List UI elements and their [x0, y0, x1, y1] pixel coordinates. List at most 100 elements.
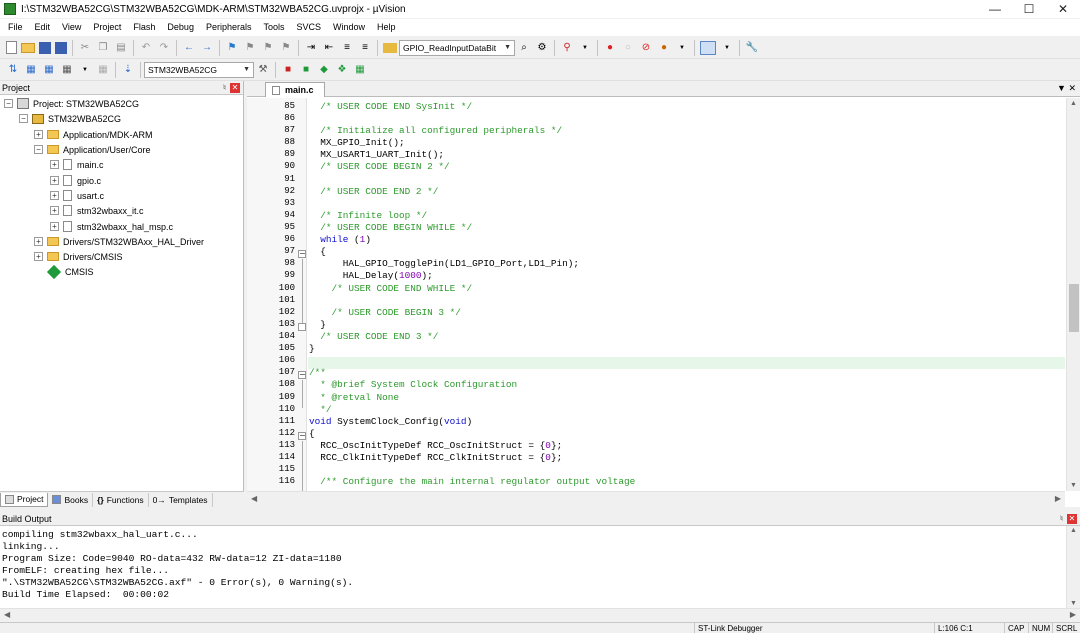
batch-build-icon[interactable]: ▦: [60, 63, 74, 77]
navigate-forward-icon[interactable]: →: [200, 41, 214, 55]
collapse-toggle-icon[interactable]: −: [4, 99, 13, 108]
menu-flash[interactable]: Flash: [127, 19, 161, 36]
expand-toggle-icon[interactable]: +: [50, 222, 59, 231]
scroll-right-icon[interactable]: ▶: [1070, 610, 1076, 619]
unindent-icon[interactable]: ⇤: [322, 41, 336, 55]
save-all-icon[interactable]: [55, 41, 67, 54]
tree-target[interactable]: − STM32WBA52CG: [19, 111, 121, 126]
fold-collapse-icon[interactable]: −: [298, 371, 306, 379]
expand-toggle-icon[interactable]: +: [34, 237, 43, 246]
menu-window[interactable]: Window: [327, 19, 371, 36]
configure-icon[interactable]: ⚙: [535, 41, 549, 55]
code-area[interactable]: 85 86 87 88 89 90 91 92 93 94 95 96 97 9…: [247, 98, 1065, 491]
expand-toggle-icon[interactable]: +: [34, 130, 43, 139]
tree-group-hal-driver[interactable]: + Drivers/STM32WBAxx_HAL_Driver: [34, 234, 204, 249]
navigate-back-icon[interactable]: ←: [182, 41, 196, 55]
fold-collapse-icon[interactable]: −: [298, 250, 306, 258]
expand-toggle-icon[interactable]: +: [50, 191, 59, 200]
expand-toggle-icon[interactable]: +: [50, 206, 59, 215]
function-combo[interactable]: GPIO_ReadInputDataBit ▼: [399, 39, 515, 56]
editor-vertical-scrollbar[interactable]: ▲ ▼: [1066, 98, 1080, 491]
stop-build-icon[interactable]: ▦: [96, 63, 110, 77]
expand-toggle-icon[interactable]: +: [34, 252, 43, 261]
tree-file-hal-msp[interactable]: + stm32wbaxx_hal_msp.c: [50, 219, 173, 234]
find-icon[interactable]: ⌕: [517, 41, 531, 55]
collapse-toggle-icon[interactable]: −: [19, 114, 28, 123]
dropdown-arrow-icon[interactable]: ▼: [675, 41, 689, 55]
build-vertical-scrollbar[interactable]: ▲ ▼: [1066, 526, 1080, 608]
scroll-up-icon[interactable]: ▲: [1070, 100, 1077, 107]
tree-group-mdk-arm[interactable]: + Application/MDK-ARM: [34, 127, 153, 142]
select-packs-icon[interactable]: ◆: [317, 63, 331, 77]
menu-svcs[interactable]: SVCS: [291, 19, 328, 36]
save-icon[interactable]: [39, 41, 51, 54]
paste-icon[interactable]: ▤: [114, 41, 128, 55]
kill-breakpoints-icon[interactable]: ⊘: [639, 41, 653, 55]
breakpoint-icon[interactable]: ●: [603, 41, 617, 55]
scroll-left-icon[interactable]: ◀: [4, 610, 10, 619]
tab-project[interactable]: Project: [0, 492, 49, 507]
editor-horizontal-scrollbar[interactable]: ◀ ▶: [247, 491, 1065, 507]
target-options-icon[interactable]: ⚒: [256, 63, 270, 77]
translate-icon[interactable]: ⇅: [6, 63, 20, 77]
build-icon[interactable]: ▦: [24, 63, 38, 77]
tree-project-root[interactable]: − Project: STM32WBA52CG: [4, 96, 139, 111]
pin-icon[interactable]: ♮: [223, 83, 226, 92]
tree-cmsis[interactable]: CMSIS: [34, 264, 94, 279]
menu-debug[interactable]: Debug: [161, 19, 200, 36]
tab-controls[interactable]: ▼ ✕: [1057, 83, 1076, 94]
scroll-down-icon[interactable]: ▼: [1070, 482, 1077, 489]
find-in-files-icon[interactable]: [383, 42, 397, 53]
tree-file-main[interactable]: + main.c: [50, 157, 104, 172]
next-bookmark-icon[interactable]: ⚑: [261, 41, 275, 55]
menu-view[interactable]: View: [56, 19, 87, 36]
tab-books[interactable]: Books: [48, 492, 94, 507]
indent-icon[interactable]: ⇥: [304, 41, 318, 55]
rte-icon[interactable]: ▦: [353, 63, 367, 77]
copy-icon[interactable]: ❐: [96, 41, 110, 55]
uncomment-icon[interactable]: ≡: [358, 41, 372, 55]
tab-main-c[interactable]: main.c: [265, 82, 325, 97]
expand-toggle-icon[interactable]: +: [50, 176, 59, 185]
tab-templates[interactable]: 0→ Templates: [149, 492, 213, 507]
tree-file-usart[interactable]: + usart.c: [50, 188, 104, 203]
close-button[interactable]: ✕: [1046, 0, 1080, 18]
manage-project-icon[interactable]: ■: [281, 63, 295, 77]
download-icon[interactable]: ⇣: [121, 63, 135, 77]
fold-collapse-icon[interactable]: −: [298, 432, 306, 440]
target-combo[interactable]: STM32WBA52CG ▼: [144, 61, 254, 78]
disable-breakpoint-icon[interactable]: ○: [621, 41, 635, 55]
maximize-button[interactable]: ☐: [1012, 0, 1046, 18]
menu-help[interactable]: Help: [371, 19, 402, 36]
undo-icon[interactable]: ↶: [139, 41, 153, 55]
scroll-up-icon[interactable]: ▲: [1070, 527, 1077, 534]
scroll-left-icon[interactable]: ◀: [251, 494, 257, 503]
menu-file[interactable]: File: [2, 19, 29, 36]
dropdown-arrow-icon[interactable]: ▼: [578, 41, 592, 55]
rebuild-icon[interactable]: ▦: [42, 63, 56, 77]
wrench-icon[interactable]: 🔧: [745, 41, 759, 55]
dropdown-arrow-icon[interactable]: ▼: [720, 41, 734, 55]
clear-bookmarks-icon[interactable]: ⚑: [279, 41, 293, 55]
tree-group-drivers-cmsis[interactable]: + Drivers/CMSIS: [34, 249, 123, 264]
scroll-right-icon[interactable]: ▶: [1055, 494, 1061, 503]
open-folder-icon[interactable]: [21, 42, 35, 53]
pin-icon[interactable]: ♮: [1060, 514, 1063, 523]
redo-icon[interactable]: ↷: [157, 41, 171, 55]
tree-file-it[interactable]: + stm32wbaxx_it.c: [50, 203, 144, 218]
pack-installer-icon[interactable]: ❖: [335, 63, 349, 77]
cut-icon[interactable]: ✂: [78, 41, 92, 55]
debug-session-icon[interactable]: ⚲: [560, 41, 574, 55]
minimize-button[interactable]: —: [978, 0, 1012, 18]
prev-bookmark-icon[interactable]: ⚑: [243, 41, 257, 55]
tree-group-user-core[interactable]: − Application/User/Core: [34, 142, 151, 157]
expand-toggle-icon[interactable]: +: [50, 160, 59, 169]
close-panel-icon[interactable]: ✕: [1067, 513, 1077, 524]
build-horizontal-scrollbar[interactable]: ◀ ▶: [0, 608, 1080, 622]
scroll-down-icon[interactable]: ▼: [1070, 600, 1077, 607]
kill-all-breakpoints-icon[interactable]: ●: [657, 41, 671, 55]
new-file-icon[interactable]: [6, 41, 17, 54]
comment-icon[interactable]: ≡: [340, 41, 354, 55]
tab-functions[interactable]: {} Functions: [93, 492, 149, 507]
dropdown-arrow-icon[interactable]: ▼: [78, 63, 92, 77]
